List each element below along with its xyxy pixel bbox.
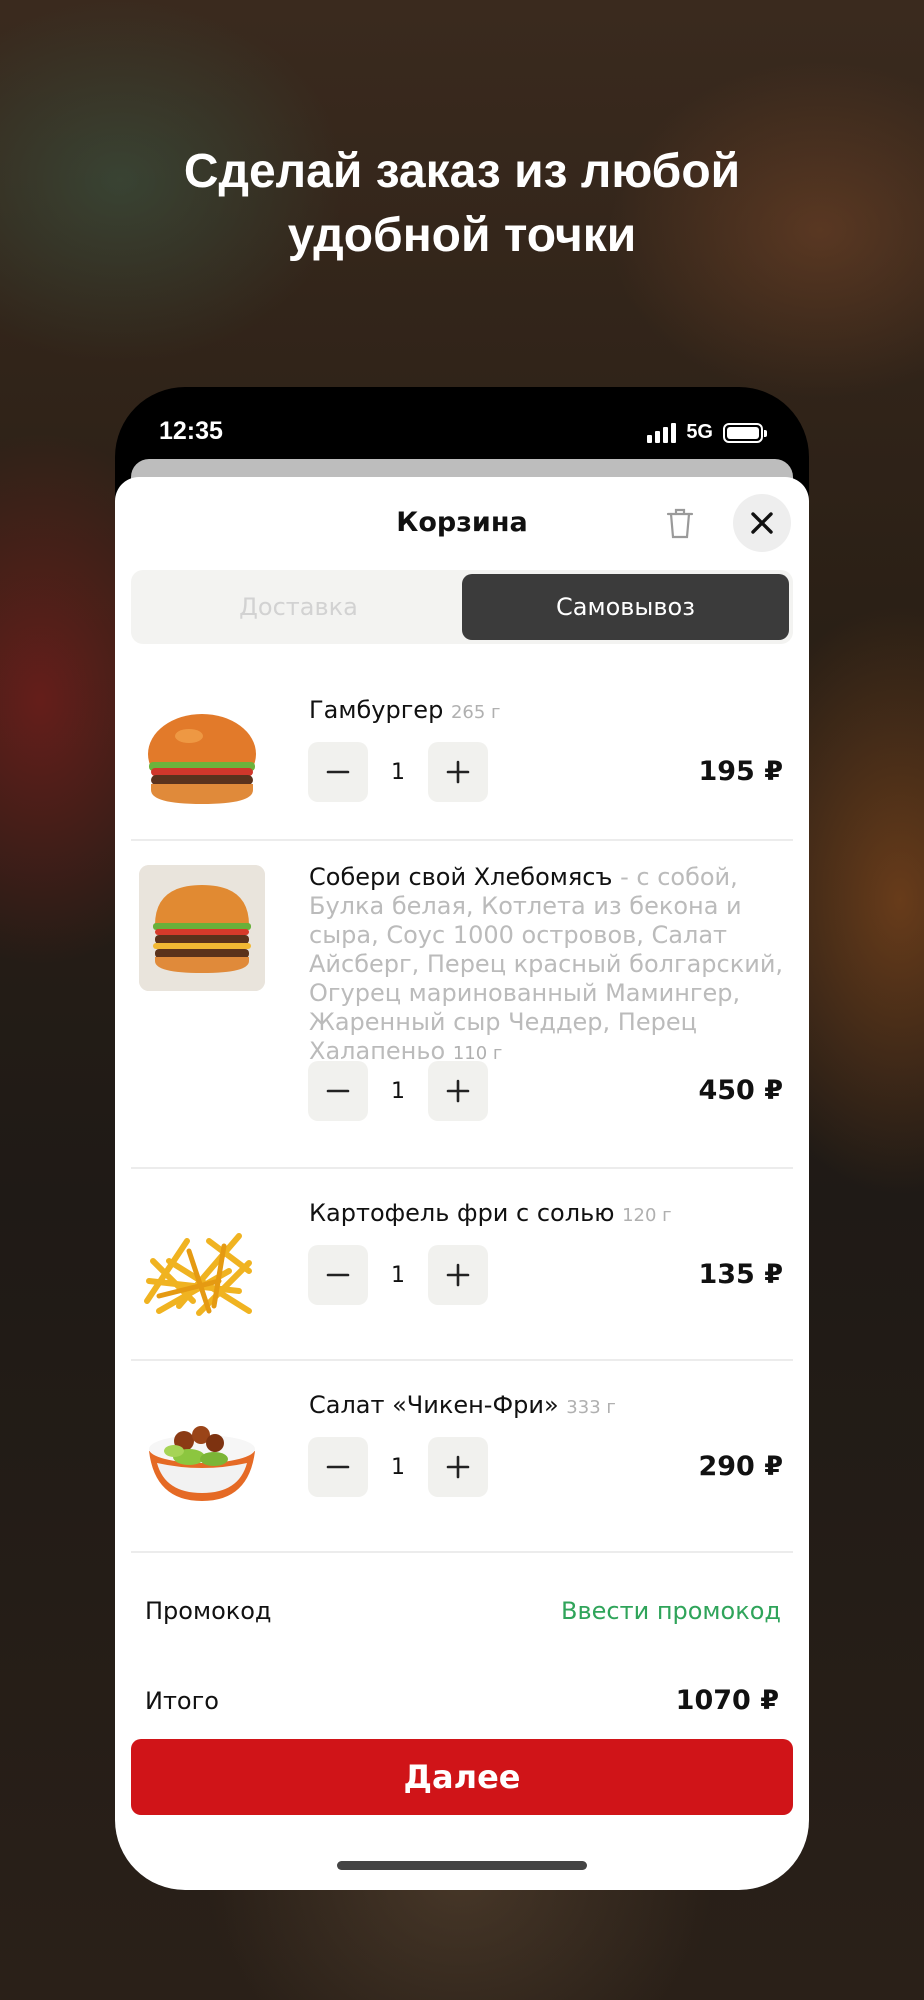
- promo-label: Промокод: [145, 1597, 272, 1625]
- increase-button[interactable]: [428, 742, 488, 802]
- item-title: Картофель фри с солью: [309, 1199, 615, 1227]
- plus-icon: [446, 760, 470, 784]
- burger-image: [139, 865, 265, 991]
- total-label: Итого: [145, 1687, 219, 1715]
- close-button[interactable]: [733, 494, 791, 552]
- quantity-stepper: 1: [308, 1245, 488, 1305]
- tab-delivery[interactable]: Доставка: [135, 574, 462, 640]
- total-value: 1070 ₽: [675, 1685, 779, 1716]
- item-name: Гамбургер 265 г: [309, 696, 789, 727]
- item-name: Собери свой Хлебомясъ - с собой, Булка б…: [309, 863, 789, 1068]
- quantity-value: 1: [391, 1262, 405, 1288]
- signal-icon: [647, 422, 677, 443]
- cart-item: Собери свой Хлебомясъ - с собой, Булка б…: [131, 841, 793, 1167]
- promo-headline: Сделай заказ из любой удобной точки: [183, 145, 741, 262]
- home-indicator: [337, 1861, 587, 1870]
- item-title: Салат «Чикен-Фри»: [309, 1391, 559, 1419]
- trash-icon[interactable]: [660, 503, 700, 543]
- quantity-value: 1: [391, 1454, 405, 1480]
- item-weight: 265 г: [450, 702, 501, 723]
- plus-icon: [446, 1079, 470, 1103]
- item-name: Салат «Чикен-Фри» 333 г: [309, 1391, 789, 1422]
- increase-button[interactable]: [428, 1437, 488, 1497]
- item-weight: 333 г: [566, 1397, 616, 1418]
- decrease-button[interactable]: [308, 1245, 368, 1305]
- increase-button[interactable]: [428, 1061, 488, 1121]
- minus-icon: [326, 1273, 350, 1277]
- cart-item: Салат «Чикен-Фри» 333 г 1 290 ₽: [131, 1361, 793, 1551]
- sheet-title: Корзина: [396, 507, 528, 538]
- item-title: Гамбургер: [309, 696, 444, 724]
- item-name: Картофель фри с солью 120 г: [309, 1199, 789, 1230]
- item-title: Собери свой Хлебомясъ: [309, 863, 613, 891]
- decrease-button[interactable]: [308, 742, 368, 802]
- status-time: 12:35: [159, 417, 223, 445]
- battery-icon: [723, 422, 767, 443]
- tab-pickup[interactable]: Самовывоз: [462, 574, 789, 640]
- delivery-mode-switch: Доставка Самовывоз: [131, 570, 793, 644]
- minus-icon: [326, 770, 350, 774]
- item-description: - с собой, Булка белая, Котлета из бекон…: [309, 863, 784, 1065]
- quantity-value: 1: [391, 1078, 405, 1104]
- next-button[interactable]: Далее: [131, 1739, 793, 1815]
- enter-promo-link[interactable]: Ввести промокод: [561, 1597, 781, 1625]
- item-weight: 120 г: [622, 1205, 672, 1226]
- plus-icon: [446, 1263, 470, 1287]
- salad-image: [139, 1393, 265, 1519]
- plus-icon: [446, 1455, 470, 1479]
- item-price: 290 ₽: [698, 1451, 783, 1482]
- item-price: 450 ₽: [698, 1075, 783, 1106]
- close-icon: [751, 512, 773, 534]
- cart-sheet: Корзина Доставка Самовывоз Гамбургер 265…: [115, 477, 809, 1890]
- cart-item: Гамбургер 265 г 1 195 ₽: [131, 674, 793, 822]
- divider: [131, 1551, 793, 1553]
- quantity-stepper: 1: [308, 1061, 488, 1121]
- quantity-stepper: 1: [308, 742, 488, 802]
- status-icons: 5G: [647, 421, 767, 444]
- phone-frame: 12:35 5G Корзина Доставка Самовывоз Гамб…: [115, 387, 809, 1890]
- quantity-value: 1: [391, 759, 405, 785]
- decrease-button[interactable]: [308, 1437, 368, 1497]
- item-price: 135 ₽: [698, 1259, 783, 1290]
- cart-item: Картофель фри с солью 120 г 1 135 ₽: [131, 1169, 793, 1359]
- fries-image: [139, 1201, 265, 1327]
- network-type: 5G: [686, 421, 713, 443]
- item-price: 195 ₽: [698, 756, 783, 787]
- minus-icon: [326, 1089, 350, 1093]
- decrease-button[interactable]: [308, 1061, 368, 1121]
- quantity-stepper: 1: [308, 1437, 488, 1497]
- increase-button[interactable]: [428, 1245, 488, 1305]
- minus-icon: [326, 1465, 350, 1469]
- burger-image: [139, 696, 265, 822]
